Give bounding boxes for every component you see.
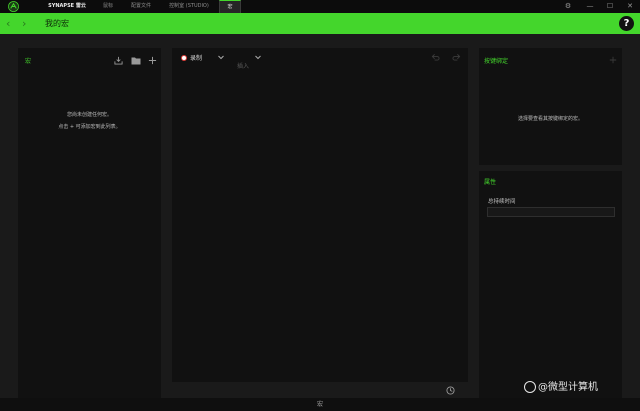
insert-label: 插入 <box>237 63 250 70</box>
properties-panel: 属性 总持续时间 <box>479 171 622 398</box>
insert-dropdown-chevron-icon[interactable] <box>255 55 261 60</box>
insert-button[interactable]: 插入 <box>237 53 249 70</box>
page-header: ‹ › 我的宏 ? <box>0 13 640 34</box>
empty-list-message: 您尚未创建任何宏。 <box>66 112 112 118</box>
tab-studio[interactable]: 控制室 (STUDIO) <box>164 0 214 13</box>
back-arrow-icon[interactable]: ‹ <box>6 15 10 32</box>
page-title: 我的宏 <box>45 19 69 28</box>
empty-list-hint: 点击 + 可添加宏到此列表。 <box>58 124 121 130</box>
maximize-icon[interactable]: ☐ <box>602 0 618 13</box>
bottom-status-bar: 宏 <box>0 398 640 411</box>
tab-profiles[interactable]: 配置文件 <box>124 0 158 13</box>
key-binding-panel: 按键绑定 选择要查看其按键绑定的宏。 <box>479 48 622 165</box>
title-bar: SYNAPSE 雷云 鼠标 配置文件 控制室 (STUDIO) 宏 ⚙ — ☐ … <box>0 0 640 13</box>
timer-clock-icon[interactable] <box>446 386 455 395</box>
forward-arrow-icon[interactable]: › <box>22 15 26 32</box>
watermark-text: @微型计算机 <box>538 382 598 393</box>
total-duration-field[interactable] <box>487 207 615 217</box>
record-dropdown-chevron-icon[interactable] <box>218 55 224 60</box>
add-binding-icon[interactable] <box>609 56 617 64</box>
watermark-logo-icon <box>524 381 536 393</box>
redo-icon[interactable] <box>452 53 461 61</box>
record-label: 录制 <box>190 55 203 62</box>
bottom-bar-label: 宏 <box>316 401 323 408</box>
total-duration-label: 总持续时间 <box>488 199 516 205</box>
tab-synapse[interactable]: SYNAPSE 雷云 <box>40 0 94 13</box>
folder-icon[interactable] <box>131 56 141 65</box>
help-button[interactable]: ? <box>619 16 634 31</box>
macro-editor-panel: 录制 插入 <box>172 48 468 382</box>
watermark: @微型计算机 <box>524 381 598 395</box>
import-icon[interactable] <box>114 56 123 65</box>
key-binding-message: 选择要查看其按键绑定的宏。 <box>517 116 583 122</box>
undo-icon[interactable] <box>431 53 440 61</box>
close-icon[interactable]: ✕ <box>622 0 638 13</box>
record-dot-icon <box>181 55 187 61</box>
tab-macro[interactable]: 宏 <box>219 0 241 13</box>
settings-gear-icon[interactable]: ⚙ <box>560 0 576 13</box>
razer-logo-icon <box>8 1 19 12</box>
macro-list-panel: 宏 您尚未创建任何宏。 点击 + 可添加宏到此列表。 <box>18 48 161 398</box>
panel-title-key-binding: 按键绑定 <box>484 58 509 65</box>
panel-title-macro: 宏 <box>25 58 32 65</box>
minimize-icon[interactable]: — <box>582 0 598 13</box>
add-macro-icon[interactable] <box>148 56 157 65</box>
tab-mouse[interactable]: 鼠标 <box>98 0 118 13</box>
panel-title-properties: 属性 <box>484 179 497 186</box>
